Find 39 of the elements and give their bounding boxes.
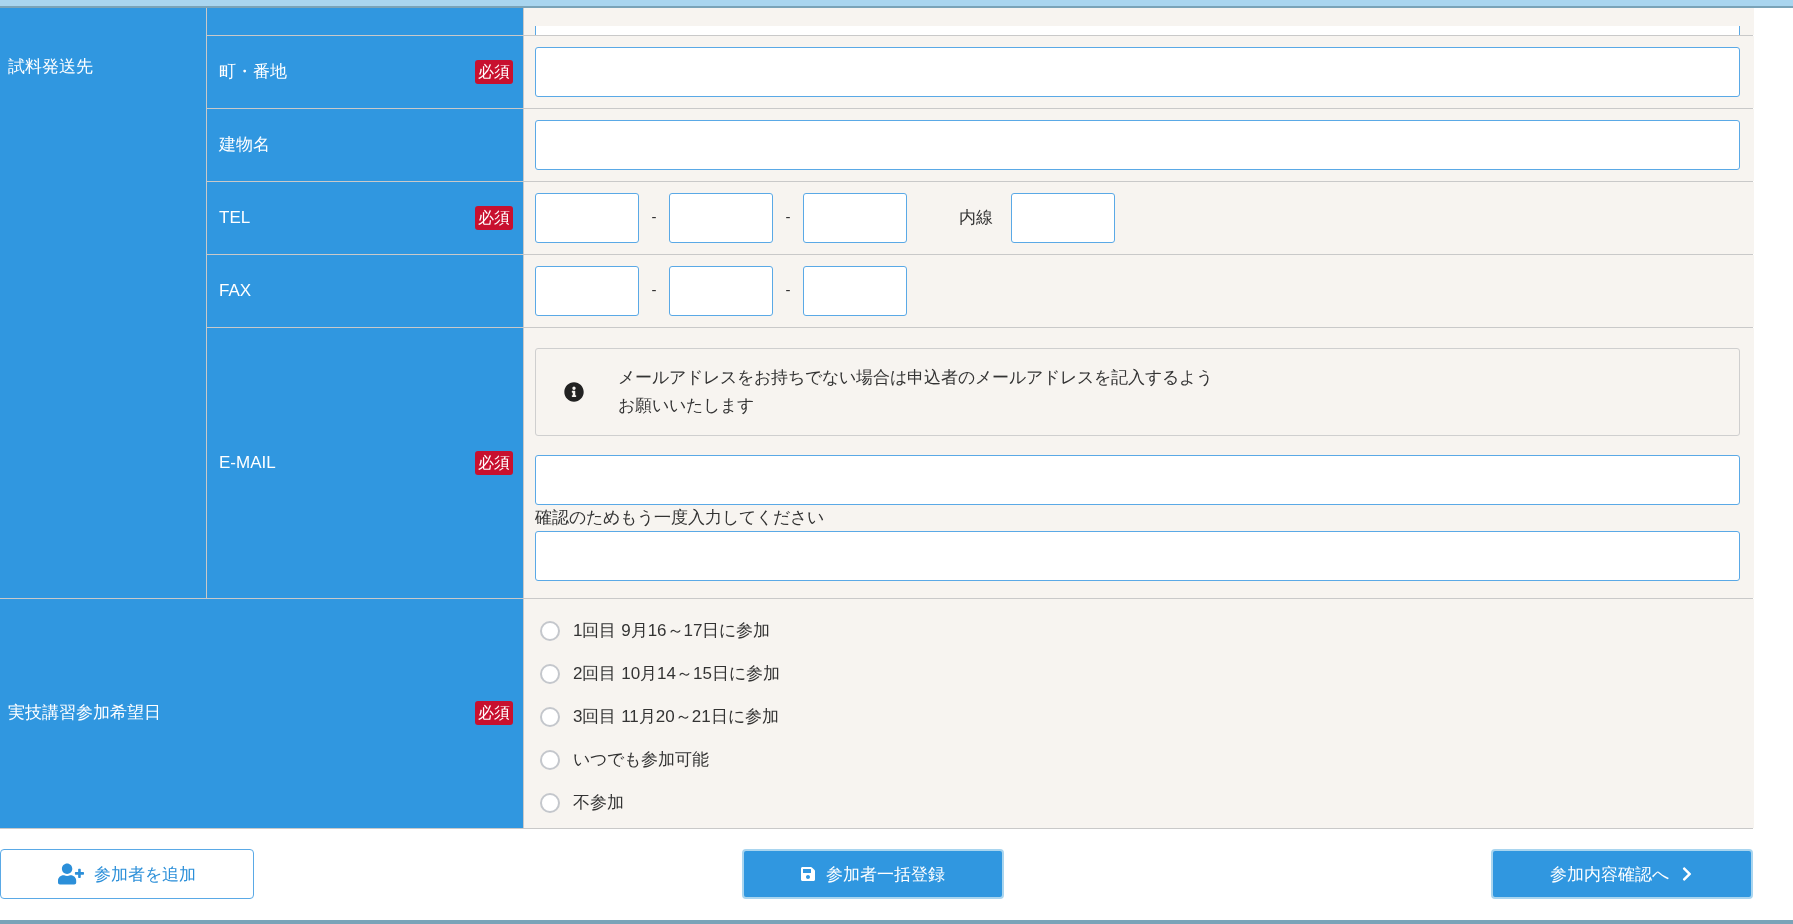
field-label: 町・番地 bbox=[219, 60, 287, 83]
user-plus-icon bbox=[58, 863, 84, 886]
field-label: TEL bbox=[219, 206, 251, 229]
radio-option[interactable]: 1回目 9月16～17日に参加 bbox=[540, 609, 1754, 653]
phone-input[interactable] bbox=[803, 192, 907, 243]
phone-input[interactable] bbox=[535, 192, 639, 243]
required-badge: 必須 bbox=[475, 59, 513, 84]
dash-separator: - bbox=[784, 280, 792, 301]
phone-input[interactable] bbox=[669, 265, 773, 316]
save-icon bbox=[800, 866, 816, 883]
info-icon bbox=[564, 381, 584, 402]
radio-option[interactable]: いつでも参加可能 bbox=[540, 738, 1754, 782]
section-label: 試料発送先 bbox=[8, 56, 93, 76]
radio-option[interactable]: 不参加 bbox=[540, 781, 1754, 825]
phone-input[interactable] bbox=[803, 265, 907, 316]
notice-text: お願いいたします bbox=[618, 394, 755, 417]
required-badge: 必須 bbox=[475, 450, 513, 475]
email-confirm-input[interactable] bbox=[535, 530, 1740, 581]
radio-option[interactable]: 3回目 11月20～21日に参加 bbox=[540, 695, 1754, 739]
dash-separator: - bbox=[650, 207, 658, 228]
phone-input[interactable] bbox=[535, 265, 639, 316]
extension-input[interactable] bbox=[1011, 192, 1115, 243]
phone-input[interactable] bbox=[669, 192, 773, 243]
text-input[interactable] bbox=[535, 46, 1740, 97]
text-input[interactable] bbox=[535, 119, 1740, 170]
action-button[interactable]: 参加者を追加 bbox=[0, 849, 254, 900]
radio-option[interactable]: 2回目 10月14～15日に参加 bbox=[540, 652, 1754, 696]
extension-label: 内線 bbox=[959, 206, 993, 229]
notice-text: メールアドレスをお持ちでない場合は申込者のメールアドレスを記入するよう bbox=[618, 366, 1213, 389]
field-label: FAX bbox=[219, 279, 252, 302]
email-input[interactable] bbox=[535, 454, 1740, 505]
confirm-label: 確認のためもう一度入力してください bbox=[535, 506, 825, 529]
dash-separator: - bbox=[784, 207, 792, 228]
field-label: E-MAIL bbox=[219, 451, 276, 474]
field-label: 建物名 bbox=[219, 133, 270, 156]
dash-separator: - bbox=[650, 280, 658, 301]
required-badge: 必須 bbox=[475, 205, 513, 230]
required-badge: 必須 bbox=[475, 701, 513, 726]
field-label: 実技講習参加希望日 bbox=[8, 702, 161, 725]
